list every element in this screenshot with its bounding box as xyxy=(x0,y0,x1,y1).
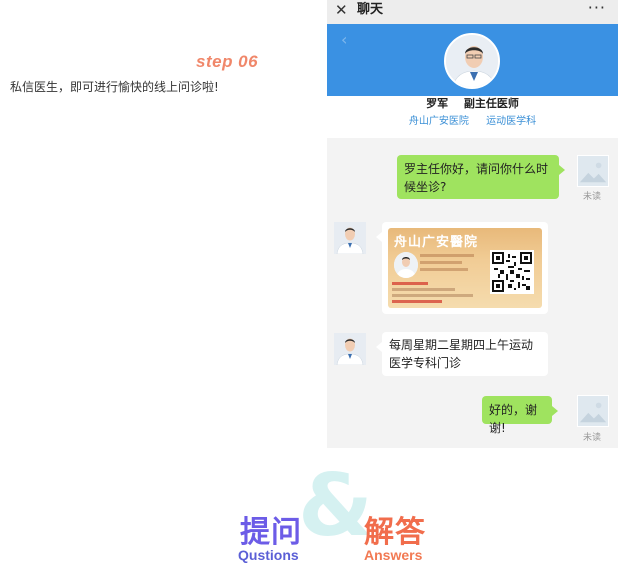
card-hospital-logo: 舟山广安醫院 xyxy=(394,235,479,250)
doctor-name-line: 罗军 副主任医师 xyxy=(327,95,618,111)
more-icon[interactable]: ··· xyxy=(588,0,606,17)
chat-screen: ✕ 聊天 ··· ‹ 罗军 副主任医师 舟山广安医院 运动医学科 罗主任你好，请… xyxy=(327,0,618,448)
user-message-bubble[interactable]: 好的，谢谢! xyxy=(482,396,558,435)
unread-status: 未读 xyxy=(583,192,602,202)
close-icon[interactable]: ✕ xyxy=(335,1,348,19)
doctor-message-bubble[interactable]: 每周星期二星期四上午运动医学专科门诊 xyxy=(376,332,548,376)
user-avatar[interactable] xyxy=(577,395,609,427)
step-title: step 06 xyxy=(196,52,259,71)
doctor-small-avatar[interactable] xyxy=(334,333,366,365)
doctor-portrait-icon xyxy=(334,222,366,254)
doctor-position: 副主任医师 xyxy=(463,97,519,110)
user-avatar[interactable] xyxy=(577,155,609,187)
doctor-org-line: 舟山广安医院 运动医学科 xyxy=(327,112,618,127)
doctor-small-avatar[interactable] xyxy=(334,222,366,254)
card-doctor-photo xyxy=(394,252,418,278)
doctor-department[interactable]: 运动医学科 xyxy=(486,116,536,127)
questions-heading-cn: 提问 xyxy=(240,515,302,550)
chat-topbar: ✕ 聊天 ··· xyxy=(327,0,618,24)
back-arrow-icon[interactable]: ‹ xyxy=(341,30,347,49)
step-description: 私信医生，即可进行愉快的线上问诊啦! xyxy=(10,80,219,94)
doctor-portrait-icon xyxy=(394,252,418,278)
unread-status: 未读 xyxy=(583,433,602,443)
image-placeholder-icon xyxy=(578,396,608,426)
answers-heading-en: Answers xyxy=(364,547,423,563)
image-placeholder-icon xyxy=(578,156,608,186)
card-contact-info xyxy=(392,282,482,306)
questions-heading-en: Qustions xyxy=(238,547,299,563)
card-text-lines xyxy=(420,254,480,275)
hospital-business-card[interactable]: 舟山广安醫院 xyxy=(388,228,542,308)
chat-title: 聊天 xyxy=(357,2,384,17)
qr-code-icon[interactable] xyxy=(490,250,534,294)
doctor-name: 罗军 xyxy=(426,97,449,110)
business-card-message[interactable]: 舟山广安醫院 xyxy=(376,222,548,314)
doctor-portrait-icon xyxy=(334,333,366,365)
user-message-bubble[interactable]: 罗主任你好，请问你什么时候坐诊? xyxy=(397,155,565,199)
doctor-hospital[interactable]: 舟山广安医院 xyxy=(409,116,469,127)
answers-heading-cn: 解答 xyxy=(364,515,426,550)
doctor-avatar[interactable] xyxy=(444,33,500,89)
ampersand-decoration: & xyxy=(298,456,373,556)
